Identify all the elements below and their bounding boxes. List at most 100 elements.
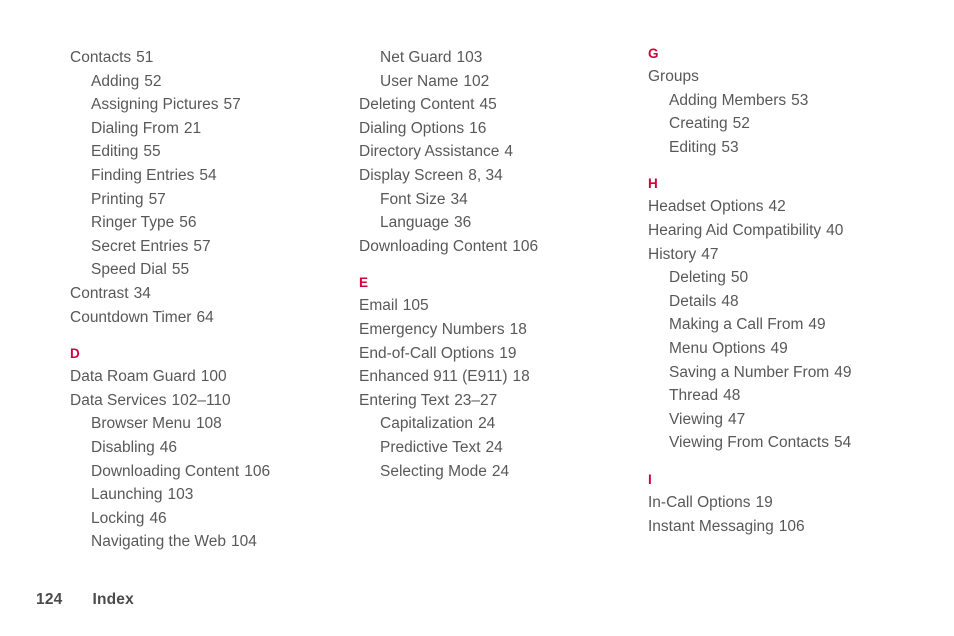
index-entry[interactable]: Viewing From Contacts 54 <box>648 431 938 455</box>
index-entry-page-number: 42 <box>768 198 786 216</box>
index-entry-page-number: 48 <box>723 387 741 405</box>
index-entry[interactable]: Downloading Content 106 <box>70 460 345 484</box>
index-entry-page-number: 46 <box>149 509 167 527</box>
index-entry[interactable]: Data Roam Guard 100 <box>70 365 345 389</box>
index-entry[interactable]: Saving a Number From 49 <box>648 361 938 385</box>
index-entry-page-number: 56 <box>179 214 197 232</box>
index-entry-label: Navigating the Web <box>91 533 226 551</box>
index-entry[interactable]: Font Size 34 <box>359 188 634 212</box>
index-entry[interactable]: Enhanced 911 (E911) 18 <box>359 365 634 389</box>
index-entry-page-number: 64 <box>196 308 214 326</box>
index-entry[interactable]: Capitalization 24 <box>359 412 634 436</box>
index-entry-page-number: 102 <box>463 72 490 90</box>
index-entry-label: Countdown Timer <box>70 308 192 326</box>
index-entry-page-number: 47 <box>728 410 746 428</box>
index-entry[interactable]: Printing 57 <box>70 188 345 212</box>
index-entry[interactable]: Finding Entries 54 <box>70 164 345 188</box>
index-entry[interactable]: Contrast 34 <box>70 282 345 306</box>
index-entry[interactable]: Contacts 51 <box>70 46 345 70</box>
index-entry-label: Hearing Aid Compatibility <box>648 221 822 239</box>
index-entry[interactable]: Launching 103 <box>70 483 345 507</box>
index-entry[interactable]: Email 105 <box>359 294 634 318</box>
index-entry[interactable]: Making a Call From 49 <box>648 313 938 337</box>
index-entry-label: Locking <box>91 509 145 527</box>
index-entry-page-number: 47 <box>701 245 719 263</box>
index-entry[interactable]: Emergency Numbers 18 <box>359 318 634 342</box>
index-entry[interactable]: Entering Text 23–27 <box>359 389 634 413</box>
index-entry-page-number: 49 <box>770 339 788 357</box>
index-entry[interactable]: Language 36 <box>359 211 634 235</box>
index-section-heading-i: I <box>648 471 652 487</box>
index-entry[interactable]: Navigating the Web 104 <box>70 530 345 554</box>
index-section-heading-e: E <box>359 275 369 291</box>
index-entry-label: Enhanced 911 (E911) <box>359 368 508 386</box>
index-entry-page-number: 108 <box>195 415 222 433</box>
index-entry[interactable]: Details 48 <box>648 290 938 314</box>
index-entry[interactable]: Browser Menu 108 <box>70 412 345 436</box>
index-entry-label: Dialing From <box>91 119 179 137</box>
index-entry-label: Adding Members <box>669 91 787 109</box>
index-entry[interactable]: Data Services 102–110 <box>70 389 345 413</box>
index-entry[interactable]: Assigning Pictures 57 <box>70 93 345 117</box>
index-entry[interactable]: Display Screen 8, 34 <box>359 164 634 188</box>
index-entry[interactable]: Net Guard 103 <box>359 46 634 70</box>
index-entry[interactable]: Deleting 50 <box>648 266 938 290</box>
index-entry[interactable]: Disabling 46 <box>70 436 345 460</box>
index-entry-page-number: 55 <box>143 143 161 161</box>
index-entry-label: Headset Options <box>648 198 764 216</box>
index-entry-label: Speed Dial <box>91 261 167 279</box>
index-entry[interactable]: Deleting Content 45 <box>359 93 634 117</box>
index-entry[interactable]: Predictive Text 24 <box>359 436 634 460</box>
index-entry[interactable]: Hearing Aid Compatibility 40 <box>648 219 938 243</box>
index-entry[interactable]: End-of-Call Options 19 <box>359 342 634 366</box>
index-entry-label: Directory Assistance <box>359 143 500 161</box>
index-entry[interactable]: Editing 53 <box>648 136 938 160</box>
index-entry[interactable]: Instant Messaging 106 <box>648 515 938 539</box>
index-entry[interactable]: In-Call Options 19 <box>648 491 938 515</box>
index-entry[interactable]: Adding Members 53 <box>648 89 938 113</box>
index-entry-page-number: 54 <box>199 166 217 184</box>
index-entry[interactable]: Viewing 47 <box>648 408 938 432</box>
index-entry-page-number: 19 <box>499 344 517 362</box>
index-entry[interactable]: Dialing From 21 <box>70 117 345 141</box>
index-entry[interactable]: History 47 <box>648 243 938 267</box>
index-entry[interactable]: User Name 102 <box>359 70 634 94</box>
index-entry[interactable]: Adding 52 <box>70 70 345 94</box>
index-entry-label: Assigning Pictures <box>91 96 219 114</box>
index-entry-label: Selecting Mode <box>380 462 487 480</box>
index-entry[interactable]: Dialing Options 16 <box>359 117 634 141</box>
index-entry-label: Instant Messaging <box>648 517 774 535</box>
index-entry-label: Capitalization <box>380 415 474 433</box>
index-entry[interactable]: Ringer Type 56 <box>70 211 345 235</box>
index-entry-page-number: 57 <box>148 190 166 208</box>
index-entry-label: Groups <box>648 68 699 85</box>
index-entry-label: Disabling <box>91 438 155 456</box>
index-entry-label: Adding <box>91 72 140 90</box>
index-entry[interactable]: Thread 48 <box>648 384 938 408</box>
index-entry-label: Display Screen <box>359 166 464 184</box>
index-entry-label: Emergency Numbers <box>359 320 505 338</box>
index-entry-page-number: 46 <box>159 438 178 456</box>
index-entry-page-number: 53 <box>791 91 809 109</box>
index-entry-label: Predictive Text <box>380 438 481 456</box>
index-entry-label: Contacts <box>70 49 132 66</box>
index-entry-label: Font Size <box>380 190 446 208</box>
index-entry[interactable]: Locking 46 <box>70 507 345 531</box>
index-entry[interactable]: Creating 52 <box>648 112 938 136</box>
index-entry[interactable]: Countdown Timer 64 <box>70 306 345 330</box>
index-entry[interactable]: Selecting Mode 24 <box>359 460 634 484</box>
index-entry-label: Downloading Content <box>91 462 240 480</box>
index-entry[interactable]: Speed Dial 55 <box>70 258 345 282</box>
index-entry-page-number: 103 <box>456 49 483 66</box>
index-entry[interactable]: Headset Options 42 <box>648 195 938 219</box>
index-entry-label: User Name <box>380 72 459 90</box>
index-entry[interactable]: Downloading Content 106 <box>359 235 634 259</box>
index-entry[interactable]: Editing 55 <box>70 140 345 164</box>
index-entry-page-number: 34 <box>450 190 468 208</box>
index-section-heading-g: G <box>648 46 659 61</box>
page-footer: 124 Index <box>0 566 954 636</box>
index-entry[interactable]: Secret Entries 57 <box>70 235 345 259</box>
index-entry[interactable]: Groups <box>648 65 938 89</box>
index-entry[interactable]: Menu Options 49 <box>648 337 938 361</box>
index-entry[interactable]: Directory Assistance 4 <box>359 140 634 164</box>
